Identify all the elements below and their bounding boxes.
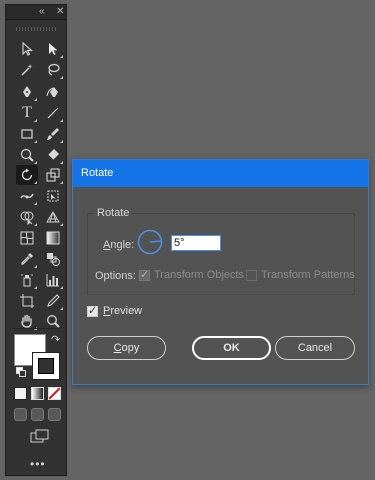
paintbrush-tool-icon[interactable] bbox=[42, 124, 64, 144]
tools-panel: « ✕ T ↷ ••• bbox=[5, 4, 67, 476]
collapse-icon[interactable]: « bbox=[39, 6, 44, 18]
lasso-tool-icon[interactable] bbox=[42, 60, 64, 80]
options-label: Options: bbox=[95, 270, 136, 282]
gradient-tool-icon[interactable] bbox=[42, 228, 64, 248]
tools-divider bbox=[14, 328, 60, 329]
column-graph-tool-icon[interactable] bbox=[42, 270, 64, 290]
transform-patterns-checkbox[interactable] bbox=[246, 270, 257, 281]
more-tools-icon[interactable]: ••• bbox=[30, 457, 46, 471]
cancel-button[interactable]: Cancel bbox=[275, 336, 355, 360]
magic-wand-tool-icon[interactable] bbox=[16, 60, 38, 80]
transform-objects-label: Transform Objects bbox=[154, 269, 245, 281]
close-icon[interactable]: ✕ bbox=[56, 6, 64, 18]
transform-patterns-label: Transform Patterns bbox=[261, 269, 355, 281]
curvature-tool-icon[interactable] bbox=[42, 82, 64, 102]
symbol-sprayer-tool-icon[interactable] bbox=[16, 270, 38, 290]
preview-checkbox[interactable]: ✓ bbox=[87, 305, 98, 317]
eyedropper-tool-icon[interactable] bbox=[16, 249, 38, 269]
line-segment-tool-icon[interactable] bbox=[42, 103, 64, 123]
mesh-tool-icon[interactable] bbox=[16, 228, 38, 248]
ok-button[interactable]: OK bbox=[192, 336, 271, 360]
scale-tool-icon[interactable] bbox=[42, 165, 64, 185]
draw-inside-icon[interactable] bbox=[48, 408, 61, 421]
eraser-tool-icon[interactable] bbox=[42, 145, 64, 165]
rotate-group bbox=[87, 213, 355, 295]
rotate-group-label: Rotate bbox=[95, 207, 132, 219]
dialog-title[interactable]: Rotate bbox=[73, 160, 368, 187]
transform-objects-checkbox[interactable]: ✓ bbox=[139, 269, 150, 281]
swap-fill-stroke-icon[interactable]: ↷ bbox=[51, 333, 60, 346]
width-tool-icon[interactable] bbox=[16, 186, 38, 206]
blend-tool-icon[interactable] bbox=[42, 249, 64, 269]
screen-mode-icon[interactable] bbox=[30, 429, 50, 443]
rotate-dialog: Rotate Rotate Angle: Options: ✓ Transfor… bbox=[72, 159, 369, 385]
draw-behind-icon[interactable] bbox=[31, 408, 44, 421]
angle-label: Angle: bbox=[103, 239, 135, 251]
angle-dial-icon[interactable] bbox=[137, 229, 163, 255]
tools-panel-header: « ✕ bbox=[6, 5, 66, 20]
none-mode-icon[interactable] bbox=[48, 387, 61, 400]
perspective-grid-tool-icon[interactable] bbox=[42, 207, 64, 227]
selection-tool-icon[interactable] bbox=[16, 39, 38, 59]
rectangle-tool-icon[interactable] bbox=[16, 124, 38, 144]
copy-button[interactable]: Copy bbox=[87, 336, 166, 360]
rotate-tool-icon[interactable] bbox=[16, 165, 38, 185]
artboard-tool-icon[interactable] bbox=[16, 291, 38, 311]
panel-grip[interactable] bbox=[16, 27, 56, 31]
shape-builder-tool-icon[interactable] bbox=[16, 207, 38, 227]
angle-input[interactable] bbox=[171, 235, 221, 251]
type-tool-icon[interactable]: T bbox=[16, 103, 38, 123]
stroke-color-swatch[interactable] bbox=[32, 352, 60, 380]
pen-tool-icon[interactable] bbox=[16, 82, 38, 102]
shaper-tool-icon[interactable] bbox=[16, 145, 38, 165]
direct-selection-tool-icon[interactable] bbox=[42, 39, 64, 59]
slice-tool-icon[interactable] bbox=[42, 291, 64, 311]
free-transform-tool-icon[interactable] bbox=[42, 186, 64, 206]
preview-label: Preview bbox=[103, 305, 143, 317]
color-mode-icon[interactable] bbox=[14, 387, 27, 400]
default-fill-stroke-icon[interactable] bbox=[16, 367, 26, 377]
gradient-mode-icon[interactable] bbox=[31, 387, 44, 400]
draw-normal-icon[interactable] bbox=[14, 408, 27, 421]
